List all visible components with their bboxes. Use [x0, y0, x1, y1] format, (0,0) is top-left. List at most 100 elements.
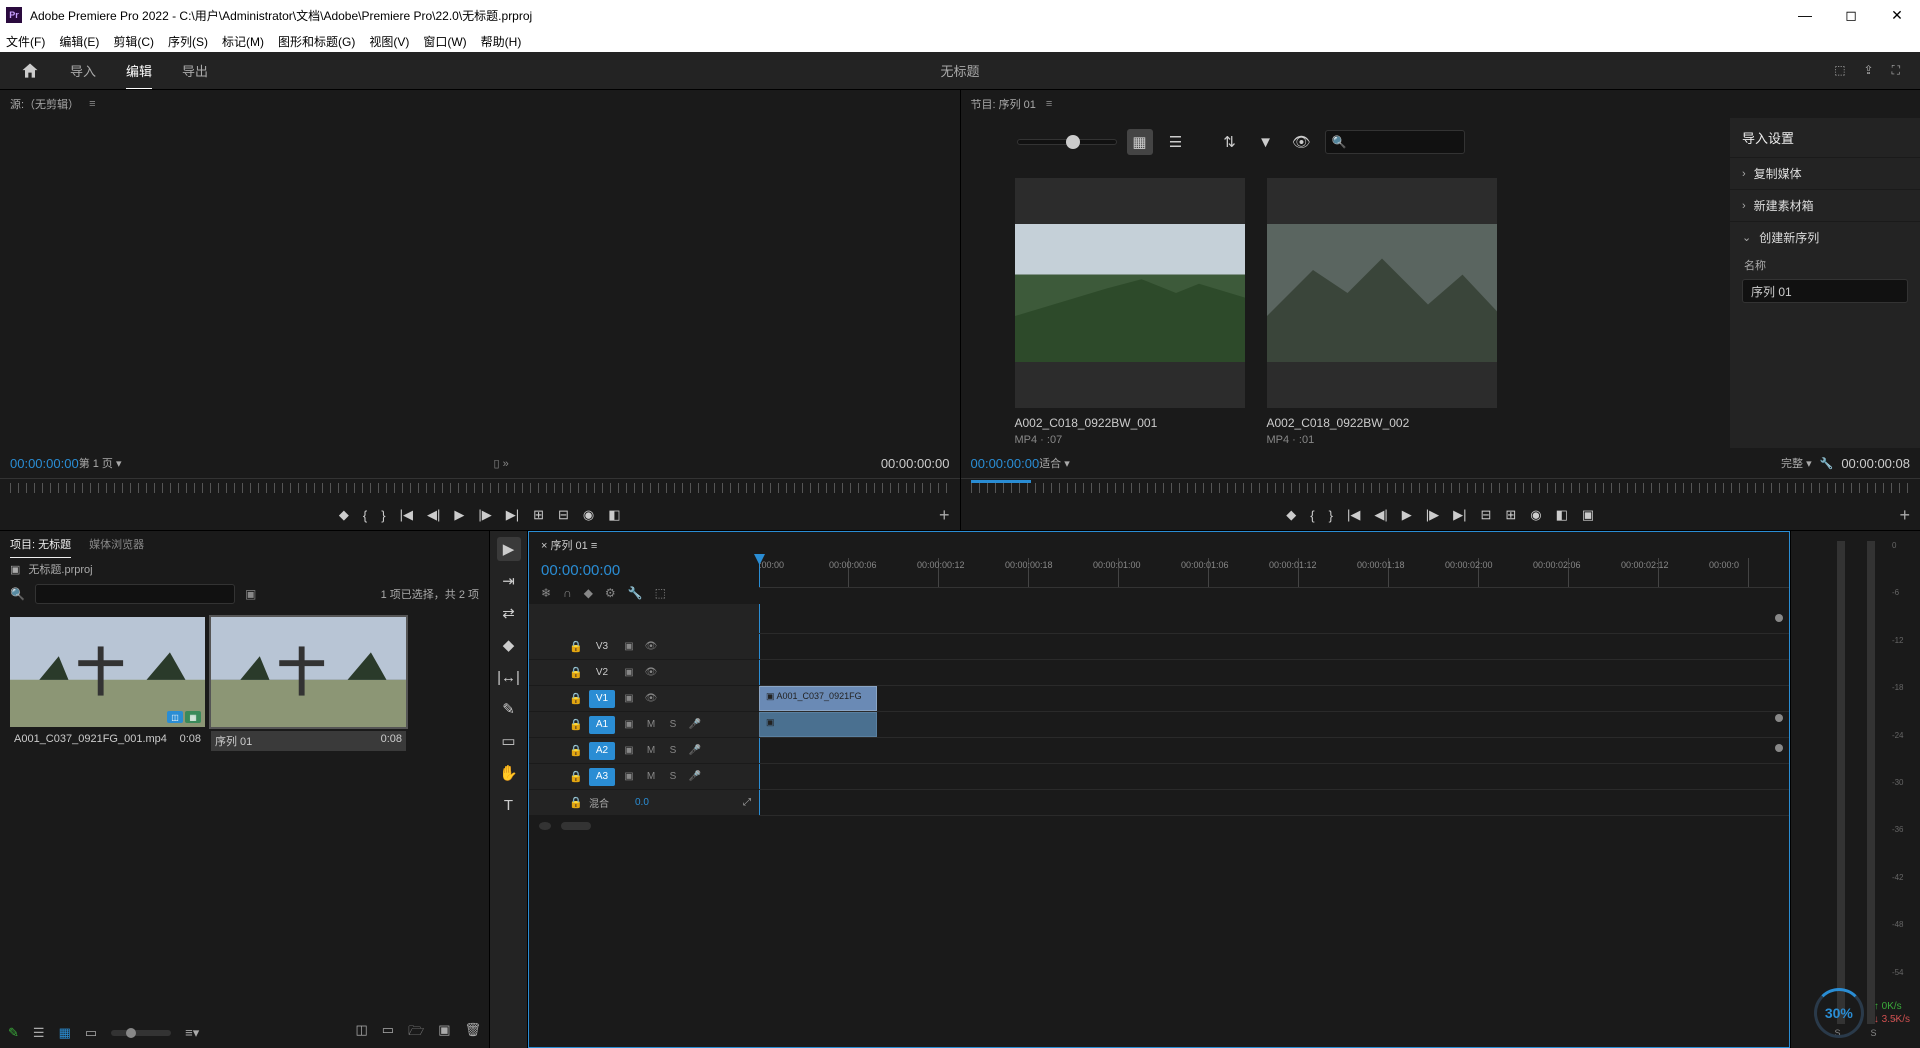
- pencil-icon[interactable]: ✎: [8, 1025, 19, 1041]
- source-timecode-left[interactable]: 00:00:00:00: [10, 456, 79, 471]
- program-ruler[interactable]: [961, 478, 1920, 500]
- import-search[interactable]: 🔍: [1325, 130, 1465, 154]
- mic-icon[interactable]: 🎤: [687, 718, 703, 732]
- go-in-icon[interactable]: |◀: [400, 507, 413, 523]
- list-view-icon[interactable]: ☰: [1163, 129, 1189, 155]
- lock-icon[interactable]: 🔒: [569, 692, 583, 705]
- media-card[interactable]: A002_C018_0922BW_002 MP4 · :01: [1267, 178, 1497, 446]
- step-back-icon[interactable]: ◀|: [427, 507, 440, 523]
- zoom-handle-mid[interactable]: [1775, 714, 1783, 722]
- icon-view-icon[interactable]: ▦: [59, 1025, 71, 1041]
- trash-icon[interactable]: 🗑: [464, 1022, 481, 1044]
- overwrite-icon[interactable]: ⊟: [558, 507, 569, 523]
- timeline-clip-audio[interactable]: ▣: [759, 712, 877, 737]
- menu-sequence[interactable]: 序列(S): [168, 33, 208, 50]
- program-tab[interactable]: 节目: 序列 01: [971, 96, 1036, 112]
- tab-import[interactable]: 导入: [70, 53, 96, 88]
- sort-icon[interactable]: ⇅: [1217, 129, 1243, 155]
- slip-tool-icon[interactable]: |↔|: [497, 665, 521, 689]
- snap-icon[interactable]: ❄: [541, 586, 551, 600]
- settings-icon[interactable]: ⚙: [605, 586, 616, 600]
- cc-icon[interactable]: ⬚: [655, 586, 666, 600]
- list-view-icon[interactable]: ☰: [33, 1025, 45, 1041]
- close-button[interactable]: ✕: [1874, 0, 1920, 30]
- section-new-bin[interactable]: ›新建素材箱: [1730, 189, 1920, 221]
- rectangle-tool-icon[interactable]: ▭: [497, 729, 521, 753]
- bin-nav-icon[interactable]: ▣: [245, 587, 256, 601]
- step-back-icon[interactable]: ◀|: [1374, 507, 1387, 523]
- in-icon[interactable]: {: [363, 508, 367, 523]
- type-tool-icon[interactable]: T: [497, 793, 521, 817]
- lock-icon[interactable]: 🔒: [569, 718, 583, 731]
- menu-file[interactable]: 文件(F): [6, 33, 45, 50]
- clip-card[interactable]: 序列 01 0:08: [211, 617, 406, 751]
- add-button-icon[interactable]: +: [939, 505, 950, 526]
- timeline-tab[interactable]: × 序列 01 ≡: [541, 537, 597, 553]
- fit-dropdown[interactable]: 适合 ▾: [1039, 455, 1070, 471]
- new-item-icon[interactable]: ▣: [438, 1022, 450, 1044]
- track-a2[interactable]: A2: [589, 742, 615, 760]
- play-icon[interactable]: ▶: [1402, 507, 1412, 523]
- menu-help[interactable]: 帮助(H): [481, 33, 522, 50]
- h-zoom-out[interactable]: [539, 822, 551, 830]
- home-icon[interactable]: [20, 61, 40, 81]
- tracks-area[interactable]: ▣ A001_C037_0921FG ▣: [759, 604, 1789, 816]
- in-icon[interactable]: {: [1310, 508, 1314, 523]
- step-fwd-icon[interactable]: |▶: [478, 507, 491, 523]
- sequence-name-input[interactable]: 序列 01: [1742, 279, 1908, 303]
- zoom-handle-top[interactable]: [1775, 614, 1783, 622]
- extract-icon[interactable]: ⊞: [1505, 507, 1516, 523]
- out-icon[interactable]: }: [381, 508, 385, 523]
- tab-media-browser[interactable]: 媒体浏览器: [89, 531, 144, 557]
- quick-export-icon[interactable]: ⬚: [1834, 63, 1845, 78]
- go-out-icon[interactable]: ▶|: [1453, 507, 1466, 523]
- zoom-slider[interactable]: [111, 1030, 171, 1036]
- lock-icon[interactable]: 🔒: [569, 666, 583, 679]
- selection-tool-icon[interactable]: ▶: [497, 537, 521, 561]
- h-scrollbar[interactable]: [561, 822, 591, 830]
- timeline-clip-video[interactable]: ▣ A001_C037_0921FG: [759, 686, 877, 711]
- minimize-button[interactable]: —: [1782, 0, 1828, 30]
- project-search-input[interactable]: [35, 584, 235, 604]
- expand-icon[interactable]: ⤢: [743, 797, 751, 808]
- quality-dropdown[interactable]: 完整 ▾: [1781, 455, 1812, 471]
- menu-view[interactable]: 视图(V): [369, 33, 409, 50]
- go-out-icon[interactable]: ▶|: [506, 507, 519, 523]
- razor-tool-icon[interactable]: ◆: [497, 633, 521, 657]
- link-icon[interactable]: ∩: [563, 586, 572, 600]
- eye-icon[interactable]: 👁: [643, 640, 659, 654]
- insert-icon[interactable]: ⊞: [533, 507, 544, 523]
- track-v3[interactable]: V3: [589, 638, 615, 656]
- source-ruler[interactable]: [0, 478, 960, 500]
- track-select-tool-icon[interactable]: ⇥: [497, 569, 521, 593]
- source-tab[interactable]: 源:（无剪辑）: [10, 96, 79, 112]
- timeline-ruler[interactable]: :00:00 00:00:00:06 00:00:00:12 00:00:00:…: [759, 558, 1789, 588]
- tab-export[interactable]: 导出: [182, 53, 208, 88]
- timeline-timecode[interactable]: 00:00:00:00: [541, 562, 620, 579]
- menu-edit[interactable]: 编辑(E): [59, 33, 99, 50]
- menu-graphics[interactable]: 图形和标题(G): [278, 33, 355, 50]
- bin-icon[interactable]: ▣: [10, 563, 20, 576]
- media-card[interactable]: A002_C018_0922BW_001 MP4 · :07: [1015, 178, 1245, 446]
- safe-margins-icon[interactable]: ▣: [1582, 507, 1594, 523]
- lock-icon[interactable]: 🔒: [569, 796, 583, 809]
- toggle-output-icon[interactable]: ▣: [621, 692, 637, 706]
- panel-menu-icon[interactable]: ≡: [89, 98, 95, 110]
- lift-icon[interactable]: ⊟: [1480, 507, 1491, 523]
- track-a1[interactable]: A1: [589, 716, 615, 734]
- export-frame-icon[interactable]: ◉: [1530, 507, 1541, 523]
- ripple-tool-icon[interactable]: ⇄: [497, 601, 521, 625]
- lock-icon[interactable]: 🔒: [569, 770, 583, 783]
- filter-icon[interactable]: ▼: [1253, 129, 1279, 155]
- compare-icon[interactable]: ◧: [1556, 507, 1568, 523]
- compare-icon[interactable]: ◧: [608, 507, 620, 523]
- panel-menu-icon[interactable]: ≡: [1046, 98, 1052, 110]
- maximize-button[interactable]: ◻: [1828, 0, 1874, 30]
- track-a3[interactable]: A3: [589, 768, 615, 786]
- toggle-output-icon[interactable]: ▣: [621, 744, 637, 758]
- grid-view-icon[interactable]: ▦: [1127, 129, 1153, 155]
- toggle-output-icon[interactable]: ▣: [621, 666, 637, 680]
- clip-card[interactable]: ◫▦ A001_C037_0921FG_001.mp4 0:08: [10, 617, 205, 747]
- find-icon[interactable]: ▭: [382, 1022, 394, 1044]
- track-v2[interactable]: V2: [589, 664, 615, 682]
